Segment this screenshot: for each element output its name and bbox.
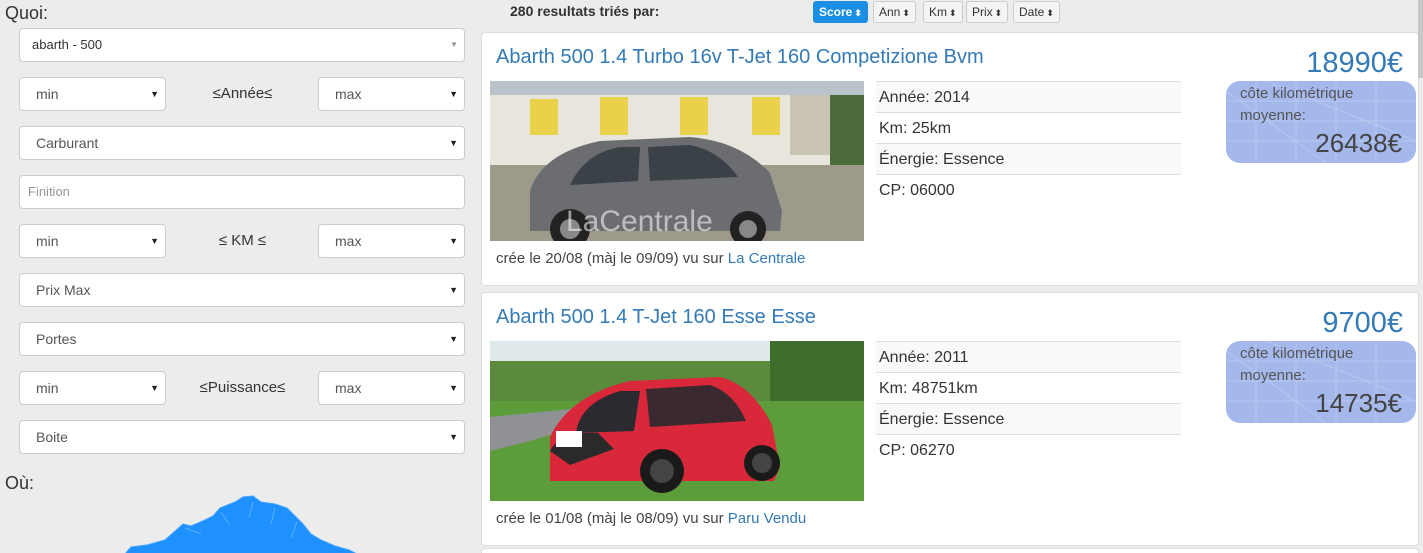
spec-km: Km: 48751km [876, 372, 1181, 403]
cote-label: côte kilométrique moyenne: [1240, 85, 1354, 124]
france-map[interactable] [125, 494, 365, 553]
spec-year: Année: 2011 [876, 341, 1181, 372]
car-photo[interactable] [490, 341, 864, 501]
cote-value: 26438€ [1315, 128, 1402, 158]
result-card[interactable]: Abarth 500 1.4 Turbo 16v T-Jet 160 Compe… [481, 32, 1419, 286]
cote-box: côte kilométrique moyenne: 14735€ [1226, 341, 1416, 423]
spec-energy: Énergie: Essence [876, 403, 1181, 434]
annee-min-value: min [36, 86, 59, 102]
chevron-down-icon: ▼ [449, 334, 458, 344]
sort-annee-button[interactable]: Ann ⬍ [873, 1, 916, 23]
result-count: 280 resultats triés par: [510, 3, 660, 19]
puissance-min-value: min [36, 380, 59, 396]
sort-date-label: Date [1019, 5, 1045, 19]
ou-label: Où: [5, 473, 35, 493]
result-card[interactable]: Abarth 500 1.4 T-Jet 160 Esse Esse Année… [481, 292, 1419, 546]
sort-icon: ⬍ [902, 8, 910, 18]
sort-icon: ⬍ [949, 8, 957, 18]
sort-km-label: Km [929, 5, 947, 19]
cote-label: côte kilométrique moyenne: [1240, 345, 1354, 384]
spec-km: Km: 25km [876, 112, 1181, 143]
puissance-max-select[interactable]: max ▼ [318, 371, 465, 405]
result-card[interactable] [481, 548, 1419, 553]
km-max-select[interactable]: max ▼ [318, 224, 465, 258]
listing-meta: crée le 01/08 (màj le 08/09) vu sur Paru… [496, 510, 806, 527]
spec-year: Année: 2014 [876, 81, 1181, 112]
puissance-range-label: ≤Puissance≤ [199, 379, 286, 396]
watermark-text: LaCentrale [566, 205, 713, 238]
portes-select[interactable]: Portes ▼ [19, 322, 465, 356]
sort-icon: ⬍ [854, 8, 862, 18]
chevron-down-icon: ▼ [150, 383, 159, 393]
chevron-down-icon: ▼ [449, 383, 458, 393]
sort-score-label: Score [819, 5, 853, 19]
portes-value: Portes [36, 331, 77, 347]
listing-meta: crée le 20/08 (màj le 09/09) vu sur La C… [496, 250, 805, 267]
listing-dates: crée le 01/08 (màj le 08/09) vu sur [496, 510, 724, 527]
chevron-down-icon: ▼ [450, 40, 458, 49]
sort-icon: ⬍ [1046, 8, 1054, 18]
annee-min-select[interactable]: min ▼ [19, 77, 166, 111]
price: 9700€ [1322, 307, 1403, 339]
spec-energy: Énergie: Essence [876, 143, 1181, 174]
chevron-down-icon: ▼ [150, 89, 159, 99]
spec-cp: CP: 06000 [876, 174, 1181, 205]
annee-max-value: max [335, 86, 362, 102]
spec-table: Année: 2011 Km: 48751km Énergie: Essence… [876, 341, 1181, 465]
prix-max-value: Prix Max [36, 282, 91, 298]
puissance-max-value: max [335, 380, 362, 396]
filter-panel: Quoi: abarth - 500 ▼ min ▼ ≤Année≤ max ▼… [0, 0, 475, 553]
chevron-down-icon: ▼ [449, 138, 458, 148]
cote-box: côte kilométrique moyenne: 26438€ [1226, 81, 1416, 163]
sort-annee-label: Ann [879, 5, 901, 19]
km-range-label: ≤ KM ≤ [218, 232, 267, 249]
sort-prix-label: Prix [972, 5, 993, 19]
carburant-select[interactable]: Carburant ▼ [19, 126, 465, 160]
result-title-link[interactable]: Abarth 500 1.4 Turbo 16v T-Jet 160 Compe… [496, 46, 984, 69]
source-link[interactable]: La Centrale [728, 250, 806, 267]
chevron-down-icon: ▼ [449, 432, 458, 442]
spec-table: Année: 2014 Km: 25km Énergie: Essence CP… [876, 81, 1181, 205]
sort-bar: 280 resultats triés par: Score ⬍ Ann ⬍ Km ⬍… [481, 0, 1421, 26]
quoi-label: Quoi: [5, 3, 49, 23]
annee-max-select[interactable]: max ▼ [318, 77, 465, 111]
km-min-value: min [36, 233, 59, 249]
source-link[interactable]: Paru Vendu [728, 510, 806, 527]
listing-dates: crée le 20/08 (màj le 09/09) vu sur [496, 250, 724, 267]
price: 18990€ [1306, 47, 1403, 79]
km-min-select[interactable]: min ▼ [19, 224, 166, 258]
carburant-value: Carburant [36, 135, 99, 151]
sort-score-button[interactable]: Score ⬍ [813, 1, 868, 23]
sort-km-button[interactable]: Km ⬍ [923, 1, 963, 23]
boite-value: Boite [36, 429, 68, 445]
km-max-value: max [335, 233, 362, 249]
annee-range-label: ≤Année≤ [212, 85, 273, 102]
chevron-down-icon: ▼ [449, 236, 458, 246]
chevron-down-icon: ▼ [449, 285, 458, 295]
chevron-down-icon: ▼ [449, 89, 458, 99]
spec-cp: CP: 06270 [876, 434, 1181, 465]
sort-icon: ⬍ [994, 8, 1003, 18]
model-select-value: abarth - 500 [32, 37, 103, 52]
finition-input[interactable]: Finition [19, 175, 465, 209]
model-select[interactable]: abarth - 500 ▼ [19, 28, 465, 62]
result-title-link[interactable]: Abarth 500 1.4 T-Jet 160 Esse Esse [496, 306, 816, 329]
sort-date-button[interactable]: Date ⬍ [1013, 1, 1060, 23]
puissance-min-select[interactable]: min ▼ [19, 371, 166, 405]
chevron-down-icon: ▼ [150, 236, 159, 246]
boite-select[interactable]: Boite ▼ [19, 420, 465, 454]
cote-value: 14735€ [1315, 388, 1402, 418]
finition-placeholder: Finition [28, 184, 70, 199]
prix-max-select[interactable]: Prix Max ▼ [19, 273, 465, 307]
sort-prix-button[interactable]: Prix ⬍ [966, 1, 1009, 23]
scrollbar-thumb[interactable] [1418, 0, 1423, 78]
car-photo[interactable]: LaCentrale [490, 81, 864, 241]
